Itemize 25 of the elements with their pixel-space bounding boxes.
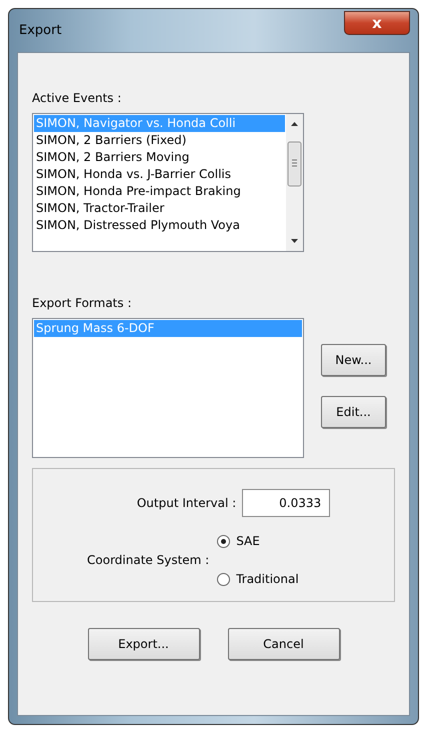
output-interval-field[interactable]: 0.0333 [242,489,330,517]
export-button[interactable]: Export... [88,628,200,660]
scrollbar[interactable] [286,114,303,251]
radio-option[interactable]: Traditional [217,569,299,589]
export-formats-label: Export Formats : [32,296,132,310]
radio-icon[interactable] [217,572,230,586]
radio-option[interactable]: SAE [217,531,299,551]
list-item[interactable]: SIMON, Honda vs. J-Barrier Collis [34,166,285,183]
list-item[interactable]: SIMON, 2 Barriers Moving [34,149,285,166]
list-item[interactable]: SIMON, Honda Pre-impact Braking [34,183,285,200]
list-item[interactable]: SIMON, 2 Barriers (Fixed) [34,132,285,149]
radio-label: Traditional [236,572,299,586]
radio-icon[interactable] [217,534,230,548]
active-events-list[interactable] [32,113,304,252]
window-title: Export [18,23,62,38]
coordinate-system-label: Coordinate System : [87,553,210,567]
close-button[interactable]: x [344,10,410,34]
list-item[interactable]: SIMON, Tractor-Trailer [34,200,285,217]
active-events-label: Active Events : [32,91,122,105]
cancel-button[interactable]: Cancel [228,628,340,660]
edit-button[interactable]: Edit... [321,396,386,428]
list-item[interactable]: SIMON, Distressed Plymouth Voya [34,217,285,234]
radio-label: SAE [236,534,260,548]
output-interval-label: Output Interval : [136,496,236,510]
new-button[interactable]: New... [321,344,386,376]
